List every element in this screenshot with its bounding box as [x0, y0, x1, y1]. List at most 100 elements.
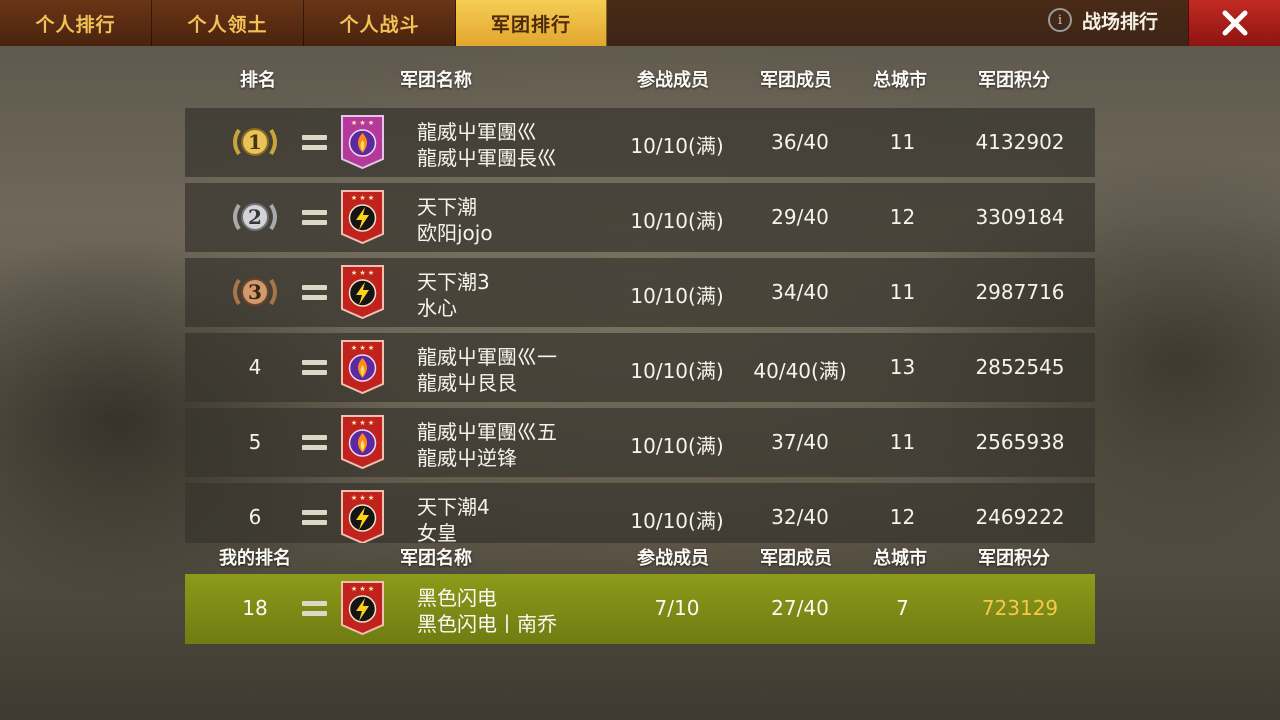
header-name: 军团名称 [400, 548, 472, 569]
members-count: 37/40 [771, 430, 829, 454]
trend-equal-icon [302, 435, 327, 450]
cities-count: 11 [889, 430, 916, 454]
legion-name: 黑色闪电 [417, 586, 497, 610]
my-legion-row[interactable]: 18 ★ ★ ★ 黑色闪电 黑色闪电丨南乔 7/10 27/40 7 72312… [185, 574, 1095, 644]
legion-emblem-red-lightning-icon: ★ ★ ★ [341, 190, 384, 244]
cities-count: 13 [889, 355, 916, 379]
cities-count: 12 [889, 505, 916, 529]
legion-leader: 欧阳jojo [417, 221, 493, 245]
rank-number: 6 [248, 505, 262, 529]
legion-name: 龍威屮軍團巛 [417, 120, 537, 144]
trend-equal-icon [302, 285, 327, 300]
table-header: 排名 军团名称 参战成员 军团成员 总城市 军团积分 [0, 62, 1280, 92]
trend-equal-icon [302, 601, 327, 616]
rank-number: 5 [248, 430, 262, 454]
legion-emblem-red-fire-icon: ★ ★ ★ [341, 415, 384, 469]
legion-score: 2565938 [975, 430, 1065, 454]
legion-score: 2469222 [975, 505, 1065, 529]
cities-count: 12 [889, 205, 916, 229]
participants-count: 10/10(满) [630, 434, 724, 458]
legion-name: 龍威屮軍團巛一 [417, 345, 557, 369]
battlefield-ranking-link[interactable]: i 战场排行 [1048, 0, 1158, 40]
info-icon[interactable]: i [1048, 8, 1072, 32]
header-participants: 参战成员 [637, 70, 709, 91]
header-cities: 总城市 [873, 548, 927, 569]
rank-medal-gold: 1 [225, 122, 285, 167]
silver-laurel-icon: 2 [233, 203, 277, 231]
table-row[interactable]: 1 ★ ★ ★ 龍威屮軍團巛 龍威屮軍團長巛 10/10(满) 36/40 11… [185, 108, 1095, 177]
close-icon [1222, 10, 1247, 36]
table-row[interactable]: 3 ★ ★ ★ 天下潮3 水心 10/10(满) 34/40 11 298771… [185, 258, 1095, 327]
trend-equal-icon [302, 360, 327, 375]
tab-personal-territory[interactable]: 个人领土 [152, 0, 304, 46]
members-count: 36/40 [771, 130, 829, 154]
header-name: 军团名称 [400, 70, 472, 91]
legion-leader: 龍威屮艮艮 [417, 371, 517, 395]
rank-medal-bronze: 3 [225, 272, 285, 317]
header-cities: 总城市 [873, 70, 927, 91]
members-count: 40/40(满) [753, 359, 847, 383]
legion-name: 天下潮 [417, 195, 477, 219]
legion-name: 龍威屮軍團巛五 [417, 420, 557, 444]
gold-laurel-icon: 1 [233, 128, 277, 156]
participants-count: 10/10(满) [630, 134, 724, 158]
participants-count: 10/10(满) [630, 209, 724, 233]
legion-emblem-red-lightning-icon: ★ ★ ★ [341, 265, 384, 319]
legion-emblem-red-lightning-icon: ★ ★ ★ [341, 581, 384, 635]
header-members: 军团成员 [760, 70, 832, 91]
legion-score: 2987716 [975, 280, 1065, 304]
svg-text:2: 2 [248, 205, 262, 229]
members-count: 29/40 [771, 205, 829, 229]
ranking-list[interactable]: 1 ★ ★ ★ 龍威屮軍團巛 龍威屮軍團長巛 10/10(满) 36/40 11… [185, 108, 1095, 543]
tab-personal-ranking[interactable]: 个人排行 [0, 0, 152, 46]
participants-count: 10/10(满) [630, 284, 724, 308]
table-row[interactable]: 6 ★ ★ ★ 天下潮4 女皇 10/10(满) 32/40 12 246922… [185, 483, 1095, 543]
svg-text:★ ★ ★: ★ ★ ★ [351, 344, 374, 352]
legion-emblem-purple-fire-icon: ★ ★ ★ [341, 115, 384, 169]
header-members: 军团成员 [760, 548, 832, 569]
legion-name: 天下潮3 [417, 270, 490, 294]
tab-personal-battle[interactable]: 个人战斗 [304, 0, 456, 46]
participants-count: 7/10 [654, 596, 700, 620]
legion-leader: 龍威屮逆锋 [417, 446, 517, 470]
svg-text:★ ★ ★: ★ ★ ★ [351, 194, 374, 202]
tab-legion-ranking[interactable]: 军团排行 [456, 0, 607, 46]
legion-score: 4132902 [975, 130, 1065, 154]
legion-emblem-red-fire-icon: ★ ★ ★ [341, 340, 384, 394]
legion-score: 3309184 [975, 205, 1065, 229]
svg-text:★ ★ ★: ★ ★ ★ [351, 494, 374, 502]
legion-emblem-red-lightning-icon: ★ ★ ★ [341, 490, 384, 543]
header-participants: 参战成员 [637, 548, 709, 569]
svg-text:★ ★ ★: ★ ★ ★ [351, 269, 374, 277]
legion-leader: 龍威屮軍團長巛 [417, 146, 557, 170]
my-ranking-header: 我的排名 军团名称 参战成员 军团成员 总城市 军团积分 [0, 540, 1280, 570]
table-row[interactable]: 4 ★ ★ ★ 龍威屮軍團巛一 龍威屮艮艮 10/10(满) 40/40(满) … [185, 333, 1095, 402]
participants-count: 10/10(满) [630, 509, 724, 533]
participants-count: 10/10(满) [630, 359, 724, 383]
cities-count: 11 [889, 130, 916, 154]
rank-number: 4 [248, 355, 262, 379]
header-score: 军团积分 [978, 70, 1050, 91]
table-row[interactable]: 5 ★ ★ ★ 龍威屮軍團巛五 龍威屮逆锋 10/10(满) 37/40 11 … [185, 408, 1095, 477]
legion-name: 天下潮4 [417, 495, 490, 519]
table-row[interactable]: 2 ★ ★ ★ 天下潮 欧阳jojo 10/10(满) 29/40 12 330… [185, 183, 1095, 252]
members-count: 32/40 [771, 505, 829, 529]
legion-leader: 黑色闪电丨南乔 [417, 612, 557, 636]
trend-equal-icon [302, 510, 327, 525]
trend-equal-icon [302, 135, 327, 150]
svg-text:★ ★ ★: ★ ★ ★ [351, 119, 374, 127]
legion-leader: 水心 [417, 296, 457, 320]
rank-medal-silver: 2 [225, 197, 285, 242]
svg-text:★ ★ ★: ★ ★ ★ [351, 585, 374, 593]
svg-text:1: 1 [248, 130, 262, 154]
svg-text:★ ★ ★: ★ ★ ★ [351, 419, 374, 427]
header-my-rank: 我的排名 [219, 548, 291, 569]
cities-count: 7 [896, 596, 909, 620]
close-button[interactable] [1188, 0, 1280, 46]
battlefield-ranking-label[interactable]: 战场排行 [1082, 7, 1158, 34]
header-rank: 排名 [240, 70, 276, 91]
svg-text:3: 3 [248, 280, 262, 304]
members-count: 34/40 [771, 280, 829, 304]
rank-number: 18 [242, 596, 268, 620]
members-count: 27/40 [771, 596, 829, 620]
